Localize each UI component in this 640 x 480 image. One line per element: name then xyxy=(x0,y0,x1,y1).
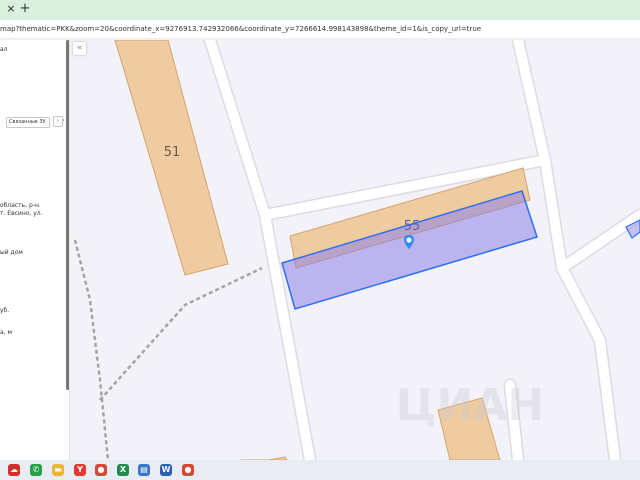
panel-text-line: ал xyxy=(0,46,8,53)
parcel-label-51: 51 xyxy=(164,145,181,160)
map-canvas[interactable]: 51 55 ЦИАН xyxy=(70,40,640,460)
folder-icon[interactable]: ▬ xyxy=(52,464,64,476)
chart-icon[interactable]: ▤ xyxy=(138,464,150,476)
whatsapp-icon[interactable]: ✆ xyxy=(30,464,42,476)
chevron-right-icon[interactable]: › xyxy=(62,116,64,126)
chrome-icon[interactable]: ● xyxy=(95,464,107,476)
footpaths xyxy=(73,239,263,460)
yandex-icon[interactable]: Y xyxy=(74,464,86,476)
panel-text-line: а, м xyxy=(0,329,13,336)
excel-icon[interactable]: X xyxy=(117,464,129,476)
panel-text-line: уб. xyxy=(0,307,10,314)
close-tab-icon[interactable]: × xyxy=(4,2,18,16)
address-bar[interactable]: map?thematic=PKK&zoom=20&coordinate_x=92… xyxy=(0,20,640,39)
panel-text-line: т. Евсино, ул. xyxy=(0,210,43,217)
cloud-icon[interactable]: ☁ xyxy=(8,464,20,476)
info-panel: ал Связанные ЗУ › › область, р-н. т. Евс… xyxy=(0,40,68,460)
related-parcels-field[interactable]: Связанные ЗУ xyxy=(6,117,50,128)
new-tab-button[interactable]: + xyxy=(18,1,32,17)
url-text[interactable]: map?thematic=PKK&zoom=20&coordinate_x=92… xyxy=(0,22,481,36)
word-icon[interactable]: W xyxy=(160,464,172,476)
map-svg[interactable]: 51 55 ЦИАН xyxy=(70,40,640,460)
tab-bar: × + xyxy=(0,0,640,20)
collapse-panel-button[interactable]: « xyxy=(73,42,86,55)
parcel-label-55: 55 xyxy=(404,219,421,234)
watermark: ЦИАН xyxy=(396,380,545,431)
panel-text-line: область, р-н. xyxy=(0,202,41,209)
taskbar: ☁ ✆ ▬ Y ● X ▤ W ● xyxy=(0,460,640,480)
chrome-active-icon[interactable]: ● xyxy=(182,464,194,476)
panel-text-line: ый дом xyxy=(0,249,23,256)
